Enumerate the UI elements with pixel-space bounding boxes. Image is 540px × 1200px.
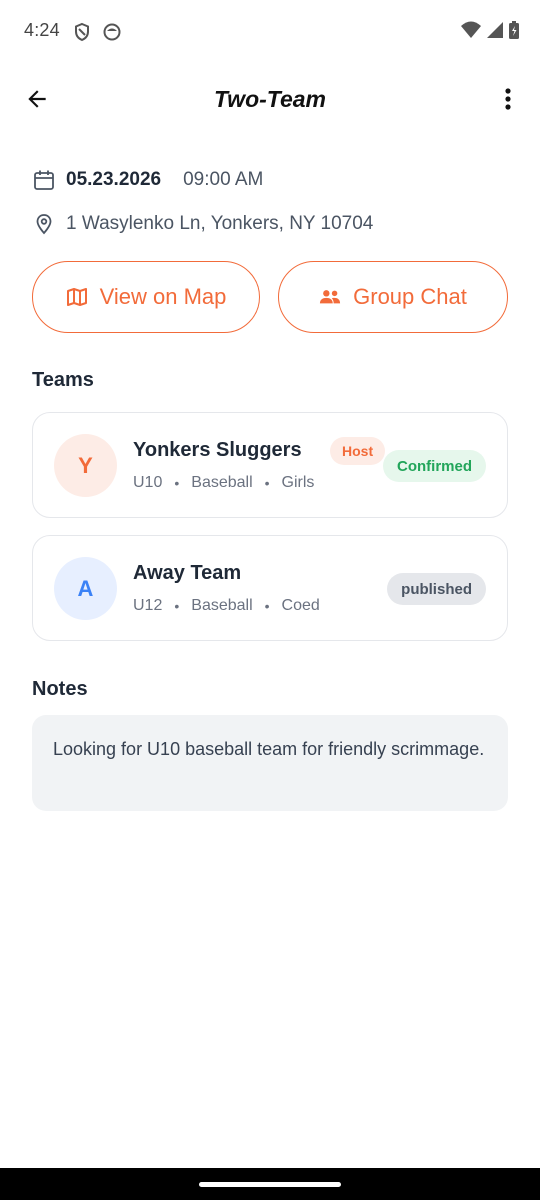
- signal-icon: [486, 20, 504, 45]
- host-badge: Host: [330, 437, 386, 465]
- event-time: 09:00 AM: [183, 169, 264, 190]
- team-age: U10: [133, 474, 163, 491]
- app-bar: Two-Team: [0, 72, 540, 130]
- separator-dot: •: [174, 598, 180, 614]
- more-vert-icon: [504, 87, 512, 116]
- status-badge: Confirmed: [383, 450, 486, 482]
- shield-icon: [72, 22, 92, 42]
- notes-heading: Notes: [32, 678, 88, 700]
- team-sport: Baseball: [191, 474, 253, 491]
- avatar: Y: [54, 434, 117, 497]
- team-age: U12: [133, 597, 163, 614]
- page-title: Two-Team: [213, 86, 327, 112]
- team-gender: Coed: [281, 597, 320, 614]
- more-options-button[interactable]: [496, 84, 520, 118]
- battery-icon: [508, 20, 520, 45]
- status-bar: 4:24: [0, 0, 540, 64]
- separator-dot: •: [174, 475, 180, 491]
- teams-heading: Teams: [32, 369, 94, 391]
- event-date: 05.23.2026: [66, 169, 162, 190]
- event-location: 1 Wasylenko Ln, Yonkers, NY 10704: [66, 213, 374, 234]
- team-gender: Girls: [281, 474, 315, 491]
- face-icon: [102, 22, 122, 42]
- group-icon: [319, 286, 341, 308]
- home-gesture-handle[interactable]: [199, 1182, 341, 1187]
- system-nav-bar: [0, 1168, 540, 1200]
- team-card[interactable]: Y Yonkers Sluggers U10 • Baseball • Girl…: [32, 412, 508, 518]
- team-name: Yonkers Sluggers: [133, 439, 302, 461]
- team-meta: U12 • Baseball • Coed: [133, 597, 320, 615]
- view-on-map-label: View on Map: [99, 284, 227, 309]
- group-chat-button[interactable]: Group Chat: [278, 261, 508, 333]
- team-name: Away Team: [133, 562, 242, 584]
- team-sport: Baseball: [191, 597, 253, 614]
- map-icon: [66, 286, 88, 308]
- separator-dot: •: [264, 475, 270, 491]
- date-time-row: 05.23.2026 09:00 AM: [32, 168, 263, 192]
- calendar-icon: [32, 168, 56, 192]
- location-pin-icon: [32, 212, 56, 236]
- view-on-map-button[interactable]: View on Map: [32, 261, 260, 333]
- team-card[interactable]: A Away Team U12 • Baseball • Coed publis…: [32, 535, 508, 641]
- wifi-icon: [460, 20, 482, 45]
- avatar: A: [54, 557, 117, 620]
- status-right-icons: [460, 20, 520, 45]
- separator-dot: •: [264, 598, 270, 614]
- status-badge: published: [387, 573, 486, 605]
- screen: 4:24 Two-Team 05.23.2026 09:00 AM 1 Wasy…: [0, 0, 540, 1200]
- status-time: 4:24: [24, 20, 60, 40]
- team-meta: U10 • Baseball • Girls: [133, 474, 314, 492]
- notes-text: Looking for U10 baseball team for friend…: [32, 715, 508, 811]
- group-chat-label: Group Chat: [353, 284, 467, 309]
- location-row: 1 Wasylenko Ln, Yonkers, NY 10704: [32, 212, 373, 236]
